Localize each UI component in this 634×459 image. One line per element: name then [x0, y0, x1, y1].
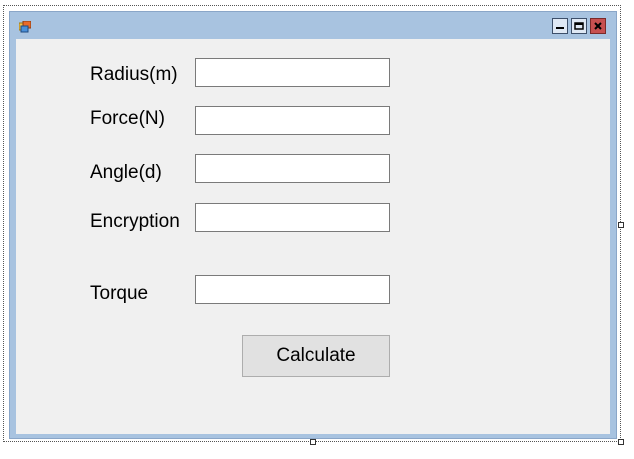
radius-input[interactable]: [195, 58, 390, 87]
maximize-icon: [574, 22, 584, 30]
app-icon[interactable]: [19, 21, 31, 33]
resize-handle-right[interactable]: [618, 222, 624, 228]
close-icon: [594, 22, 602, 30]
angle-input[interactable]: [195, 154, 390, 183]
form-client-area: Radius(m) Force(N) Angle(d) Encryption T…: [16, 39, 610, 434]
close-button[interactable]: [590, 18, 606, 34]
force-input[interactable]: [195, 106, 390, 135]
encryption-label: Encryption: [90, 211, 180, 232]
minimize-icon: [556, 27, 564, 29]
resize-handle-corner[interactable]: [618, 439, 624, 445]
title-bar[interactable]: [10, 12, 616, 39]
torque-label: Torque: [90, 283, 149, 304]
maximize-button[interactable]: [571, 18, 587, 34]
form-window: Radius(m) Force(N) Angle(d) Encryption T…: [9, 11, 617, 439]
radius-label: Radius(m): [90, 64, 178, 85]
calculate-button[interactable]: Calculate: [242, 335, 390, 377]
encryption-input[interactable]: [195, 203, 390, 232]
minimize-button[interactable]: [552, 18, 568, 34]
torque-input[interactable]: [195, 275, 390, 304]
resize-handle-bottom[interactable]: [310, 439, 316, 445]
angle-label: Angle(d): [90, 162, 162, 183]
force-label: Force(N): [90, 108, 165, 129]
